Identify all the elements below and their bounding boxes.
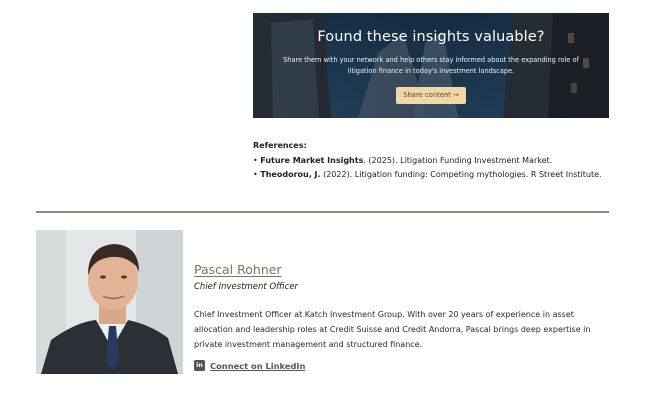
reference-details: . (2025). Litigation Funding Investment … bbox=[363, 155, 553, 165]
reference-author: Theodorou, J. bbox=[260, 170, 321, 179]
linkedin-link[interactable]: in Connect on LinkedIn bbox=[194, 360, 305, 371]
author-photo bbox=[36, 230, 183, 374]
reference-item: • Future Market Insights. (2025). Litiga… bbox=[253, 155, 553, 165]
banner-title: Found these insights valuable? bbox=[317, 29, 545, 45]
banner-description: Share them with your network and help ot… bbox=[283, 56, 579, 75]
share-banner: Found these insights valuable? Share the… bbox=[253, 13, 609, 118]
author-bio: Chief Investment Officer at Katch Invest… bbox=[194, 310, 591, 349]
linkedin-icon: in bbox=[194, 360, 205, 371]
linkedin-label[interactable]: Connect on LinkedIn bbox=[210, 361, 305, 371]
author-name-link[interactable]: Pascal Rohner bbox=[194, 262, 282, 277]
references-section: References: • Future Market Insights. (2… bbox=[253, 139, 613, 183]
reference-author: Future Market Insights bbox=[260, 155, 364, 165]
reference-item: • Theodorou, J. (2022). Litigation fundi… bbox=[253, 170, 602, 179]
reference-details: (2022). Litigation funding: Competing my… bbox=[320, 170, 602, 179]
author-role: Chief Investment Officer bbox=[194, 282, 299, 292]
section-divider bbox=[36, 211, 609, 213]
share-content-button[interactable]: Share content → bbox=[396, 87, 466, 104]
references-heading: References: bbox=[253, 141, 307, 150]
